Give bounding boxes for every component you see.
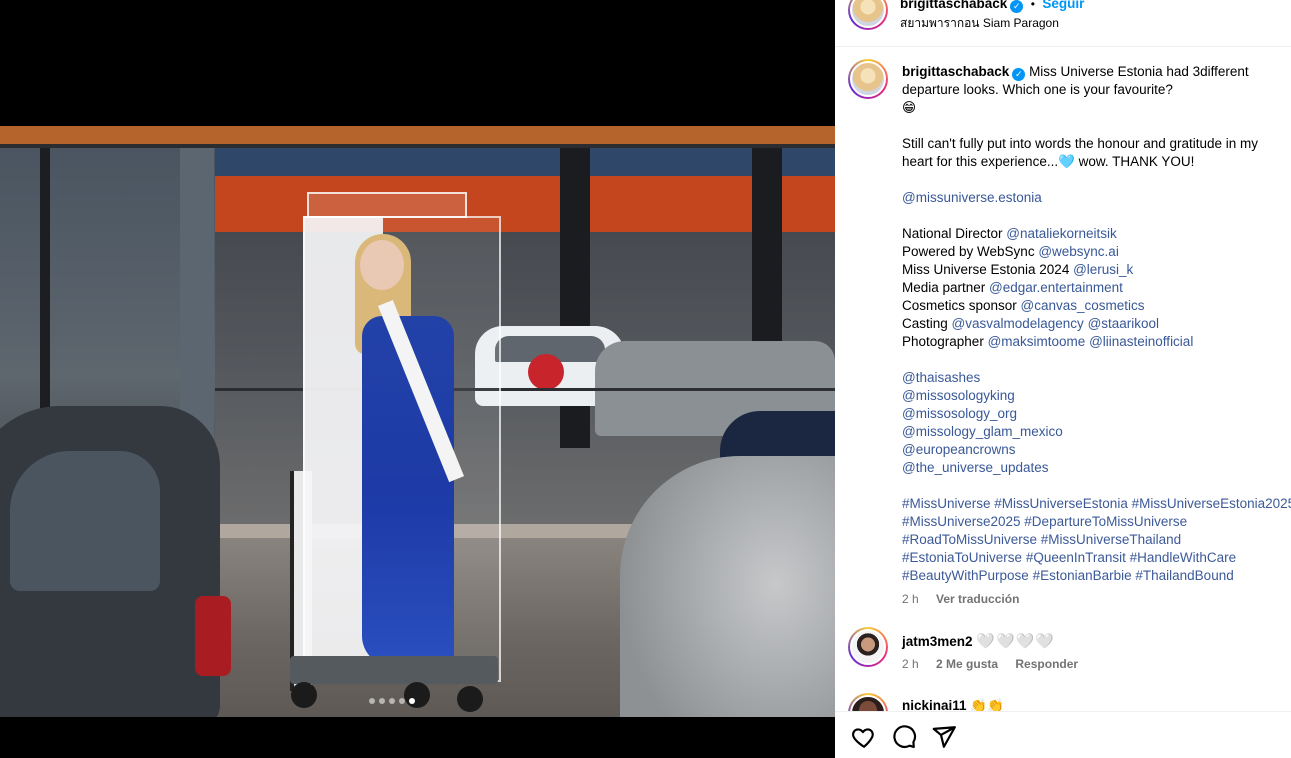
hashtag-line[interactable]: #BeautyWithPurpose #EstonianBarbie #Thai… [902, 567, 1287, 585]
mention-link[interactable]: @the_universe_updates [902, 460, 1049, 475]
mention-link[interactable]: @thaisashes [902, 370, 980, 385]
credit-line: National Director @nataliekorneitsik [902, 225, 1287, 243]
comment-item: jatm3men2 🤍🤍🤍🤍 [902, 632, 1055, 650]
caption-line: heart for this experience...🩵 wow. THANK… [902, 154, 1195, 169]
comment-text: 🤍🤍🤍🤍 [976, 633, 1056, 650]
comment-username[interactable]: jatm3men2 [902, 634, 973, 649]
caption-meta: 2 h Ver traducción [902, 592, 1033, 606]
verified-icon: ✓ [1010, 0, 1024, 13]
carousel-dot [369, 698, 375, 704]
mention-list: @thaisashes @missosologyking @missosology_… [902, 369, 1287, 477]
credit-label: National Director [902, 226, 1007, 241]
mention-link[interactable]: @lerusi_k [1073, 262, 1133, 277]
credit-line: Media partner @edgar.entertainment [902, 279, 1287, 297]
mention-link[interactable]: @europeancrowns [902, 442, 1016, 457]
credit-label: Photographer [902, 334, 988, 349]
credit-line: Powered by WebSync @websync.ai [902, 243, 1287, 261]
post-location[interactable]: สยามพารากอน Siam Paragon [900, 14, 1059, 33]
mention-link[interactable]: @missology_glam_mexico [902, 424, 1063, 439]
caption-line: Miss Universe Estonia had 3different [1029, 64, 1249, 79]
post-media[interactable] [0, 0, 835, 758]
credit-line: Casting @vasvalmodelagency @staarikool [902, 315, 1287, 333]
mention-link[interactable]: @edgar.entertainment [989, 280, 1123, 295]
caption-avatar[interactable] [848, 59, 888, 99]
reply-button[interactable]: Responder [1015, 657, 1078, 671]
caption-time[interactable]: 2 h [902, 592, 919, 606]
mention-link[interactable]: @missosologyking [902, 388, 1015, 403]
paper-plane-icon[interactable] [931, 724, 957, 750]
hashtag-line[interactable]: #MissUniverse2025 #DepartureToMissUniver… [902, 513, 1287, 531]
mention-link[interactable]: @staarikool [1088, 316, 1159, 331]
carousel-dot [399, 698, 405, 704]
carousel-indicator [369, 698, 415, 704]
credit-line: Miss Universe Estonia 2024 @lerusi_k [902, 261, 1287, 279]
carousel-dot [389, 698, 395, 704]
comment-icon[interactable] [891, 724, 917, 750]
caption-username[interactable]: brigittaschaback [902, 64, 1009, 79]
author-avatar[interactable] [848, 0, 888, 30]
header-separator: • [1030, 0, 1035, 11]
heart-icon[interactable] [851, 724, 877, 750]
translate-link[interactable]: Ver traducción [936, 592, 1019, 606]
caption-line: Still can't fully put into words the hon… [902, 136, 1259, 151]
photo-roof [0, 126, 835, 144]
follow-button[interactable]: Seguir [1042, 0, 1084, 11]
credit-line: Photographer @maksimtoome @liinasteinoff… [902, 333, 1287, 351]
post-photo[interactable] [0, 126, 835, 717]
author-username[interactable]: brigittaschaback [900, 0, 1007, 11]
verified-icon: ✓ [1012, 68, 1026, 81]
credit-label: Miss Universe Estonia 2024 [902, 262, 1074, 277]
hashtag-line[interactable]: #MissUniverse #MissUniverseEstonia #Miss… [902, 495, 1291, 513]
mention-link[interactable]: @vasvalmodelagency [952, 316, 1084, 331]
action-bar [835, 711, 1291, 758]
post-caption: brigittaschaback ✓ Miss Universe Estonia … [902, 63, 1291, 585]
credit-line: Cosmetics sponsor @canvas_cosmetics [902, 297, 1287, 315]
caption-emoji: 😁 [902, 100, 917, 115]
comment-likes[interactable]: 2 Me gusta [936, 657, 998, 671]
hashtag-list: #MissUniverse #MissUniverseEstonia #Miss… [902, 495, 1291, 585]
credit-label: Cosmetics sponsor [902, 298, 1021, 313]
credit-label: Casting [902, 316, 952, 331]
mention-link[interactable]: @maksimtoome [988, 334, 1086, 349]
hashtag-line[interactable]: #RoadToMissUniverse #MissUniverseThailan… [902, 531, 1287, 549]
credits-list: National Director @nataliekorneitsik Powe… [902, 225, 1287, 351]
carousel-dot-active [409, 698, 415, 704]
hashtag-line[interactable]: #EstoniaToUniverse #QueenInTransit #Hand… [902, 549, 1287, 567]
mention-link[interactable]: @canvas_cosmetics [1021, 298, 1145, 313]
mention-link[interactable]: @websync.ai [1038, 244, 1119, 259]
comment-meta: 2 h 2 Me gusta Responder [902, 657, 1092, 671]
caption-line: departure looks. Which one is your favou… [902, 82, 1173, 97]
carousel-dot [379, 698, 385, 704]
mention-link[interactable]: @liinasteinofficial [1089, 334, 1193, 349]
credit-label: Media partner [902, 280, 990, 295]
post-header: brigittaschaback ✓ • Seguir สยามพารากอน S… [835, 0, 1291, 47]
post-sidebar: brigittaschaback ✓ • Seguir สยามพารากอน S… [835, 0, 1291, 758]
mention-link[interactable]: @missuniverse.estonia [902, 190, 1042, 205]
comment-time[interactable]: 2 h [902, 657, 919, 671]
mention-link[interactable]: @missosology_org [902, 406, 1017, 421]
credit-label: Powered by WebSync [902, 244, 1039, 259]
commenter-avatar[interactable] [848, 627, 888, 667]
mention-link[interactable]: @nataliekorneitsik [1006, 226, 1117, 241]
